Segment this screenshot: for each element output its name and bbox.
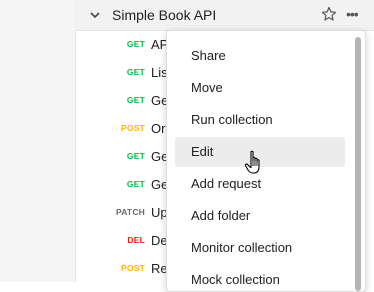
- menu-item-add-folder[interactable]: Add folder: [175, 201, 345, 231]
- menu-item-label: Run collection: [191, 112, 273, 127]
- menu-item-monitor-collection[interactable]: Monitor collection: [175, 233, 345, 263]
- menu-item-share[interactable]: Share: [175, 41, 345, 71]
- menu-item-label: Edit: [191, 144, 214, 159]
- menu-item-label: Add folder: [191, 208, 251, 223]
- request-item[interactable]: POST Or: [75, 115, 175, 143]
- collection-context-menu: Share Move Run collection Edit Add request Ad…: [166, 30, 366, 292]
- request-item[interactable]: DEL De: [75, 227, 175, 255]
- menu-item-label: Monitor collection: [191, 240, 293, 255]
- request-item[interactable]: GET List: [75, 59, 175, 87]
- sidebar-gutter: [0, 0, 76, 282]
- request-item[interactable]: POST Re: [75, 255, 175, 283]
- more-options-icon[interactable]: •••: [346, 6, 359, 22]
- menu-item-label: Share: [191, 48, 226, 63]
- request-method-badge: POST: [121, 263, 145, 273]
- request-item[interactable]: GET Get: [75, 87, 175, 115]
- request-method-badge: POST: [121, 123, 145, 133]
- menu-item-label: Add request: [191, 176, 262, 191]
- request-method-badge: DEL: [127, 235, 145, 245]
- menu-scrollbar[interactable]: [355, 37, 361, 291]
- request-item[interactable]: GET Get: [75, 143, 175, 171]
- collection-title[interactable]: Simple Book API: [112, 7, 216, 23]
- request-item[interactable]: PATCH Up: [75, 199, 175, 227]
- request-name: Or: [151, 121, 166, 136]
- menu-item-mock-collection[interactable]: Mock collection: [175, 265, 345, 291]
- chevron-down-icon[interactable]: [89, 9, 101, 21]
- request-method-badge: GET: [126, 95, 145, 105]
- menu-item-label: Move: [191, 80, 223, 95]
- request-method-badge: GET: [126, 151, 145, 161]
- request-method-badge: GET: [126, 39, 145, 49]
- menu-item-run-collection[interactable]: Run collection: [175, 105, 345, 135]
- star-icon[interactable]: [321, 6, 337, 22]
- request-method-badge: GET: [126, 179, 145, 189]
- menu-item-label: Mock collection: [191, 272, 280, 287]
- request-method-badge: PATCH: [115, 207, 145, 217]
- menu-item-move[interactable]: Move: [175, 73, 345, 103]
- request-item[interactable]: GET API: [75, 31, 175, 59]
- request-method-badge: GET: [126, 67, 145, 77]
- request-item[interactable]: GET Get: [75, 171, 175, 199]
- hand-cursor-icon: [244, 150, 260, 174]
